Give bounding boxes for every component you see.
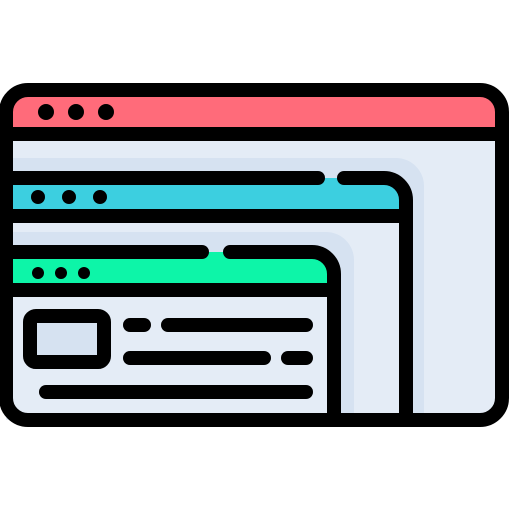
middle-window-dot-3 <box>93 190 107 204</box>
multiple-browser-windows-icon <box>0 83 509 427</box>
back-window-dot-2 <box>68 104 84 120</box>
image-placeholder-icon <box>23 309 111 369</box>
front-window-dot-2 <box>55 267 67 279</box>
browser-windows-icon <box>0 0 512 512</box>
middle-window-dot-2 <box>62 190 76 204</box>
middle-window-dot-1 <box>31 190 45 204</box>
front-window-dot-1 <box>32 267 44 279</box>
back-window-dot-1 <box>38 104 54 120</box>
front-window <box>0 232 354 427</box>
front-window-dot-3 <box>78 267 90 279</box>
back-window-dot-3 <box>98 104 114 120</box>
